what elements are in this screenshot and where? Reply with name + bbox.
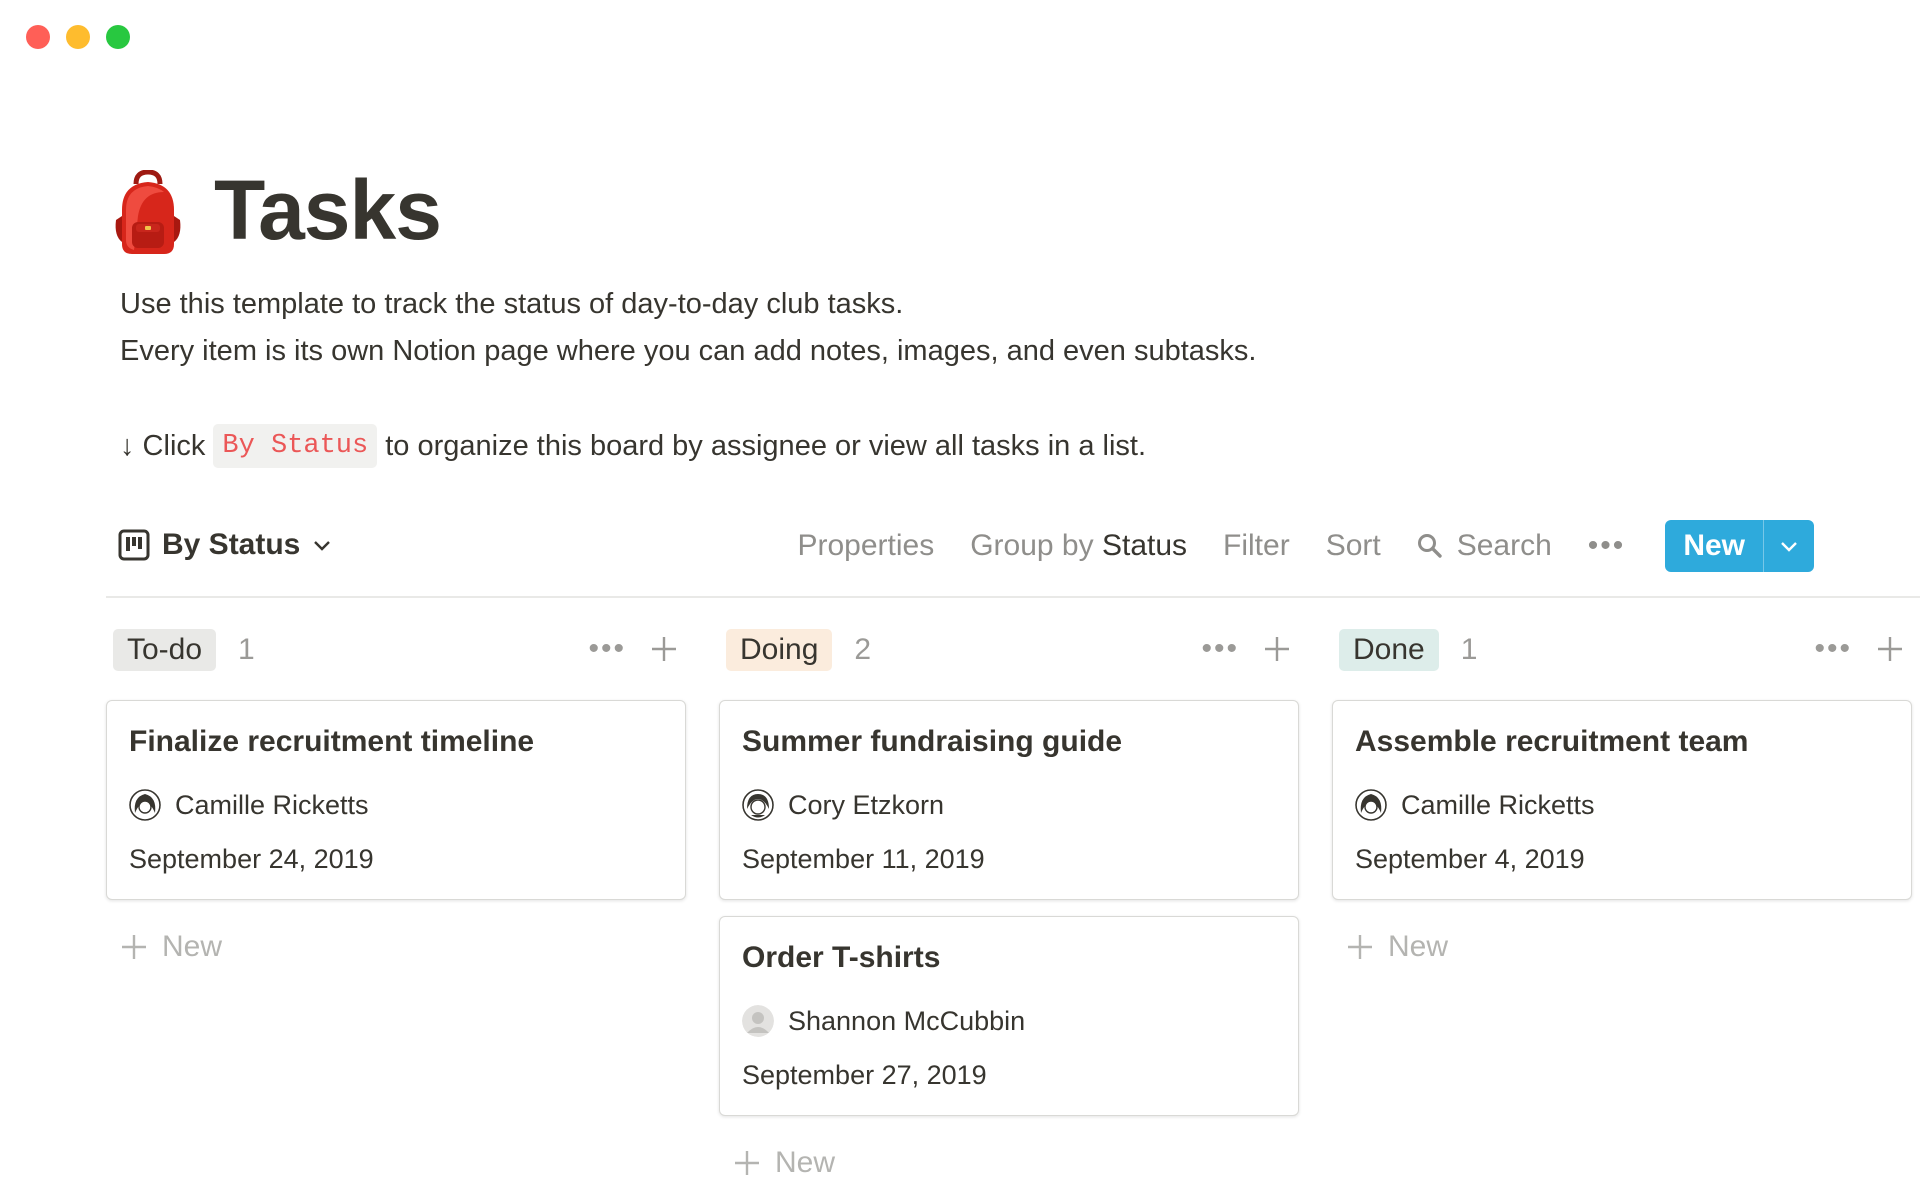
column-new-button[interactable]: New (120, 930, 222, 964)
column-count: 2 (854, 633, 872, 666)
card-date: September 4, 2019 (1355, 844, 1585, 874)
column-new-label: New (775, 1146, 836, 1179)
assignee-name: Cory Etzkorn (788, 789, 945, 820)
zoom-window-button[interactable] (106, 25, 130, 49)
column-more-icon[interactable]: ••• (1201, 632, 1239, 666)
card-assignee: Camille Ricketts (1355, 789, 1595, 821)
column-count: 1 (238, 633, 255, 666)
card-title: Assemble recruitment team (1355, 725, 1749, 758)
new-button-group: New (1665, 520, 1814, 572)
board-card[interactable]: Assemble recruitment team Camille Ricket… (1332, 700, 1912, 900)
column-new-label: New (162, 930, 223, 963)
view-switcher[interactable]: By Status (118, 528, 332, 562)
column-header: Doing 2 ••• (719, 624, 1299, 676)
new-button[interactable]: New (1665, 520, 1763, 572)
column-new-button[interactable]: New (733, 1146, 835, 1180)
board-card[interactable]: Order T-shirts Shannon McCubbin Septembe… (719, 916, 1299, 1116)
plus-icon[interactable] (650, 635, 678, 663)
column-actions: ••• (1201, 632, 1291, 666)
page-title[interactable]: Tasks (214, 160, 442, 260)
close-window-button[interactable] (26, 25, 50, 49)
board-card[interactable]: Finalize recruitment timeline Camille Ri… (106, 700, 686, 900)
plus-icon[interactable] (1876, 635, 1904, 663)
hint-suffix: to organize this board by assignee or vi… (385, 430, 1147, 462)
page-description-line-1: Use this template to track the status of… (120, 288, 904, 320)
search-label: Search (1456, 529, 1552, 562)
status-pill[interactable]: To-do (113, 629, 217, 671)
filter-button[interactable]: Filter (1223, 529, 1290, 563)
card-date: September 27, 2019 (742, 1060, 987, 1090)
group-by-label: Group by (970, 529, 1094, 562)
assignee-name: Shannon McCubbin (788, 1005, 1026, 1036)
avatar (129, 789, 161, 821)
toolbar-actions: Properties Group by Status Filter Sort S… (761, 520, 1814, 572)
card-assignee: Camille Ricketts (129, 789, 369, 821)
board-column-done: Done 1 ••• Assemble recruitment team Cam… (1332, 624, 1912, 963)
board-card[interactable]: Summer fundraising guide Cory Etzkorn Se… (719, 700, 1299, 900)
chevron-down-icon (1781, 542, 1797, 552)
column-more-icon[interactable]: ••• (588, 632, 626, 666)
hint-prefix: ↓ Click (120, 430, 206, 462)
card-title: Summer fundraising guide (742, 725, 1123, 758)
sort-button[interactable]: Sort (1326, 529, 1381, 563)
notion-window: Tasks Use this template to track the sta… (0, 0, 1920, 1200)
search-icon (1417, 534, 1442, 558)
assignee-name: Camille Ricketts (1401, 789, 1595, 820)
board-column-todo: To-do 1 ••• Finalize recruitment timelin… (106, 624, 686, 963)
view-name: By Status (162, 528, 301, 561)
column-actions: ••• (1814, 632, 1904, 666)
assignee-name: Camille Ricketts (175, 789, 369, 820)
plus-icon[interactable] (1263, 635, 1291, 663)
plus-icon (1348, 935, 1372, 959)
search-button[interactable]: Search (1417, 529, 1552, 563)
hint-line: ↓ Click By Status to organize this board… (120, 424, 1146, 468)
chevron-down-icon (314, 541, 331, 551)
group-by-value: Status (1101, 529, 1188, 562)
column-new-button[interactable]: New (1346, 930, 1448, 964)
properties-button[interactable]: Properties (797, 529, 934, 563)
board-icon (118, 529, 150, 561)
column-header: Done 1 ••• (1332, 624, 1912, 676)
avatar (742, 789, 774, 821)
avatar (742, 1005, 774, 1037)
group-by-button[interactable]: Group by Status (970, 529, 1187, 563)
minimize-window-button[interactable] (66, 25, 90, 49)
status-pill[interactable]: Doing (726, 629, 833, 671)
card-date: September 24, 2019 (129, 844, 374, 874)
inline-code-by-status: By Status (213, 424, 378, 468)
backpack-icon[interactable] (112, 170, 184, 256)
card-assignee: Shannon McCubbin (742, 1005, 1025, 1037)
avatar (1355, 789, 1387, 821)
column-count: 1 (1460, 633, 1478, 666)
window-controls (26, 25, 130, 49)
plus-icon (735, 1151, 759, 1175)
card-assignee: Cory Etzkorn (742, 789, 944, 821)
board-column-doing: Doing 2 ••• Summer fundraising guide Cor… (719, 624, 1299, 1179)
column-actions: ••• (588, 632, 678, 666)
status-pill[interactable]: Done (1339, 629, 1439, 671)
card-title: Finalize recruitment timeline (129, 725, 535, 758)
database-toolbar: By Status Properties Group by Status Fil… (106, 520, 1920, 598)
more-options-button[interactable]: ••• (1588, 529, 1626, 563)
column-new-label: New (1388, 930, 1449, 963)
page-description-line-2: Every item is its own Notion page where … (120, 335, 1257, 367)
new-dropdown-button[interactable] (1763, 520, 1814, 572)
plus-icon (122, 935, 146, 959)
column-more-icon[interactable]: ••• (1814, 632, 1852, 666)
column-header: To-do 1 ••• (106, 624, 686, 676)
card-date: September 11, 2019 (742, 844, 985, 874)
card-title: Order T-shirts (742, 941, 941, 974)
